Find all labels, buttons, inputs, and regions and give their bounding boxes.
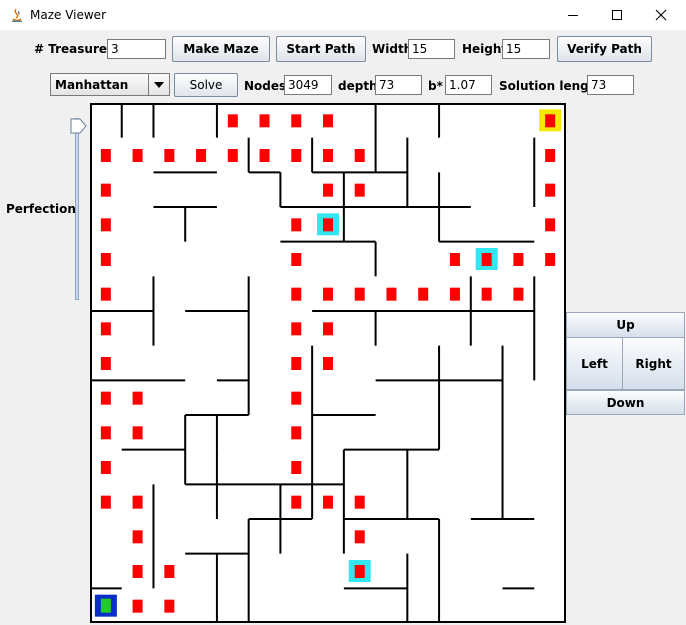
verify-path-button[interactable]: Verify Path — [557, 36, 652, 62]
path-cell — [100, 183, 111, 197]
path-cell — [545, 149, 556, 162]
path-cell — [132, 565, 143, 578]
path-cell — [100, 426, 111, 440]
path-cell — [291, 253, 302, 266]
path-cell — [323, 495, 333, 509]
path-cell — [513, 253, 524, 266]
window-title: Maze Viewer — [30, 8, 106, 22]
path-cell — [100, 149, 111, 162]
maze-grid[interactable] — [90, 103, 566, 623]
java-app-icon — [9, 7, 25, 23]
path-cell — [291, 322, 302, 336]
width-label: Width — [372, 42, 413, 56]
bstar-field[interactable]: 1.07 — [445, 75, 492, 95]
height-label: Height — [462, 42, 508, 56]
path-cell — [481, 287, 492, 301]
path-cell — [386, 287, 397, 301]
path-cell — [291, 218, 302, 232]
path-cell — [100, 461, 111, 474]
depth-field[interactable]: 73 — [375, 75, 422, 95]
path-cell — [100, 253, 111, 266]
path-cell — [291, 391, 302, 405]
path-cell — [164, 149, 175, 162]
perfection-slider-thumb[interactable] — [70, 118, 87, 143]
path-cell — [100, 322, 111, 336]
path-cell — [545, 253, 556, 266]
nodes-label: Nodes — [244, 79, 287, 93]
left-button[interactable]: Left — [566, 337, 623, 390]
path-cell — [513, 287, 524, 301]
path-cell — [291, 495, 302, 509]
solution-length-field[interactable]: 73 — [587, 75, 634, 95]
down-button[interactable]: Down — [566, 390, 685, 415]
path-cell — [354, 149, 365, 162]
path-cell — [418, 287, 429, 301]
start-position-icon — [100, 598, 111, 613]
path-cell — [164, 565, 175, 578]
bstar-label: b* — [428, 79, 443, 93]
path-cell — [481, 253, 492, 266]
nodes-field[interactable]: 3049 — [284, 75, 332, 95]
path-cell — [545, 218, 556, 232]
perfection-slider-track[interactable] — [75, 118, 79, 300]
path-cell — [291, 149, 302, 162]
width-field[interactable]: 15 — [408, 39, 455, 59]
path-cell — [354, 565, 365, 578]
chevron-down-icon[interactable] — [148, 74, 169, 95]
title-bar: Maze Viewer — [0, 0, 686, 30]
path-cell — [545, 183, 556, 197]
path-cell — [132, 495, 143, 509]
path-cell — [227, 149, 238, 162]
path-cell — [100, 391, 111, 405]
perfection-label: Perfection — [6, 202, 76, 216]
path-cell — [291, 114, 302, 128]
path-cell — [259, 114, 270, 128]
path-cell — [291, 287, 302, 301]
path-cell — [132, 426, 143, 440]
make-maze-button[interactable]: Make Maze — [172, 36, 270, 62]
maximize-button[interactable] — [594, 0, 640, 30]
up-button[interactable]: Up — [566, 312, 685, 338]
path-cell — [291, 461, 302, 474]
path-cell — [196, 149, 207, 162]
path-cell — [227, 114, 238, 128]
path-cell — [323, 357, 333, 370]
path-cell — [100, 287, 111, 301]
path-cell — [323, 183, 333, 197]
path-cell — [323, 149, 333, 162]
path-cell — [449, 253, 460, 266]
path-cell — [354, 287, 365, 301]
treasures-field[interactable]: 3 — [107, 39, 166, 59]
treasures-label: # Treasures — [34, 42, 115, 56]
path-cell — [132, 599, 143, 613]
close-button[interactable] — [638, 0, 684, 30]
depth-label: depth — [338, 79, 378, 93]
path-cell — [354, 495, 365, 509]
path-cell — [259, 149, 270, 162]
heuristic-select[interactable]: Manhattan — [50, 73, 170, 96]
path-cell — [291, 357, 302, 370]
solve-button[interactable]: Solve — [174, 73, 238, 97]
start-path-button[interactable]: Start Path — [276, 36, 366, 62]
path-cell — [354, 530, 365, 544]
path-cell — [323, 322, 333, 336]
path-cell — [100, 495, 111, 509]
path-cell — [291, 426, 302, 440]
path-cell — [132, 149, 143, 162]
path-cell — [449, 287, 460, 301]
path-cell — [132, 530, 143, 544]
path-cell — [354, 183, 365, 197]
height-field[interactable]: 15 — [502, 39, 550, 59]
right-button[interactable]: Right — [622, 337, 685, 390]
path-cell — [545, 114, 556, 128]
path-cell — [164, 599, 175, 613]
path-cell — [100, 218, 111, 232]
path-cell — [323, 114, 333, 128]
path-cell — [100, 357, 111, 370]
heuristic-value: Manhattan — [55, 78, 129, 92]
path-cell — [323, 287, 333, 301]
minimize-button[interactable] — [550, 0, 596, 30]
path-cell — [132, 391, 143, 405]
path-cell — [323, 218, 333, 232]
